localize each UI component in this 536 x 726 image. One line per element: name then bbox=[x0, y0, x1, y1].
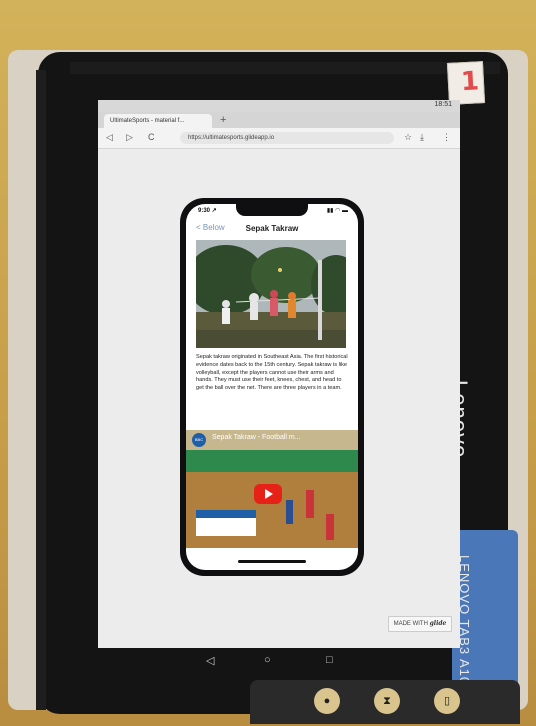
sport-description: Sepak takraw originated in Southeast Asi… bbox=[196, 354, 348, 392]
home-indicator bbox=[238, 560, 306, 563]
new-tab-button[interactable]: + bbox=[220, 114, 226, 126]
phone-status-time: 9:30 ↗ bbox=[198, 208, 217, 214]
phone-page-title: Sepak Takraw bbox=[245, 224, 299, 233]
android-back-button[interactable]: ◁ bbox=[206, 654, 214, 667]
menu-icon[interactable]: ⋮ bbox=[442, 132, 451, 143]
youtube-video[interactable]: BBC Sepak Takraw - Football m... bbox=[186, 430, 358, 548]
tablet-screen: 18:51 UltimateSports - material f... + ◁… bbox=[98, 100, 460, 648]
forward-button[interactable]: ▷ bbox=[126, 132, 133, 143]
credit-prefix: MADE WITH bbox=[393, 621, 428, 627]
camera-icon: ● bbox=[314, 688, 340, 714]
address-bar[interactable]: https://ultimatesports.glideapp.io bbox=[180, 132, 394, 144]
browser-tab-strip: UltimateSports - material f... + bbox=[98, 112, 460, 128]
case-strap-bottom: ● ⧗ ▯ bbox=[250, 680, 520, 724]
android-home-button[interactable]: ○ bbox=[264, 654, 271, 666]
android-status-bar: 18:51 bbox=[98, 100, 460, 112]
channel-logo: BBC bbox=[192, 433, 206, 447]
reload-button[interactable]: C bbox=[148, 132, 155, 142]
back-button[interactable]: ◁ bbox=[106, 132, 113, 143]
credit-brand: glide bbox=[429, 620, 447, 627]
phone-nav-bar: < Below Sepak Takraw bbox=[186, 220, 358, 238]
phone-status-icons: ▮▮ ◠ ▬ bbox=[326, 208, 348, 214]
photo-illustration bbox=[196, 240, 346, 348]
tablet-icon: ▯ bbox=[434, 688, 460, 714]
phone-screen: 9:30 ↗ ▮▮ ◠ ▬ < Below Sepak Takraw Sepak… bbox=[186, 204, 358, 570]
made-with-glide-badge[interactable]: MADE WITH glide bbox=[388, 616, 452, 632]
phone-notch bbox=[236, 204, 308, 216]
hourglass-icon: ⧗ bbox=[374, 688, 400, 714]
browser-toolbar: ◁ ▷ C https://ultimatesports.glideapp.io… bbox=[98, 128, 460, 149]
android-nav-bar: ◁ ○ □ bbox=[190, 654, 350, 670]
video-title[interactable]: Sepak Takraw - Football m... bbox=[212, 434, 301, 441]
case-strap-left bbox=[36, 70, 46, 710]
play-icon[interactable] bbox=[254, 484, 282, 504]
sticker-number: 1 bbox=[460, 66, 480, 98]
phone-mockup: 9:30 ↗ ▮▮ ◠ ▬ < Below Sepak Takraw Sepak… bbox=[180, 198, 364, 576]
browser-tab[interactable]: UltimateSports - material f... bbox=[104, 114, 212, 128]
star-icon[interactable]: ☆ bbox=[404, 132, 412, 143]
case-strap-top bbox=[70, 62, 500, 74]
android-recents-button[interactable]: □ bbox=[326, 654, 333, 666]
status-clock: 18:51 bbox=[434, 101, 452, 108]
sepak-takraw-photo bbox=[196, 240, 346, 348]
number-sticker: 1 bbox=[446, 61, 486, 105]
download-icon[interactable]: ⤓ bbox=[420, 132, 424, 143]
